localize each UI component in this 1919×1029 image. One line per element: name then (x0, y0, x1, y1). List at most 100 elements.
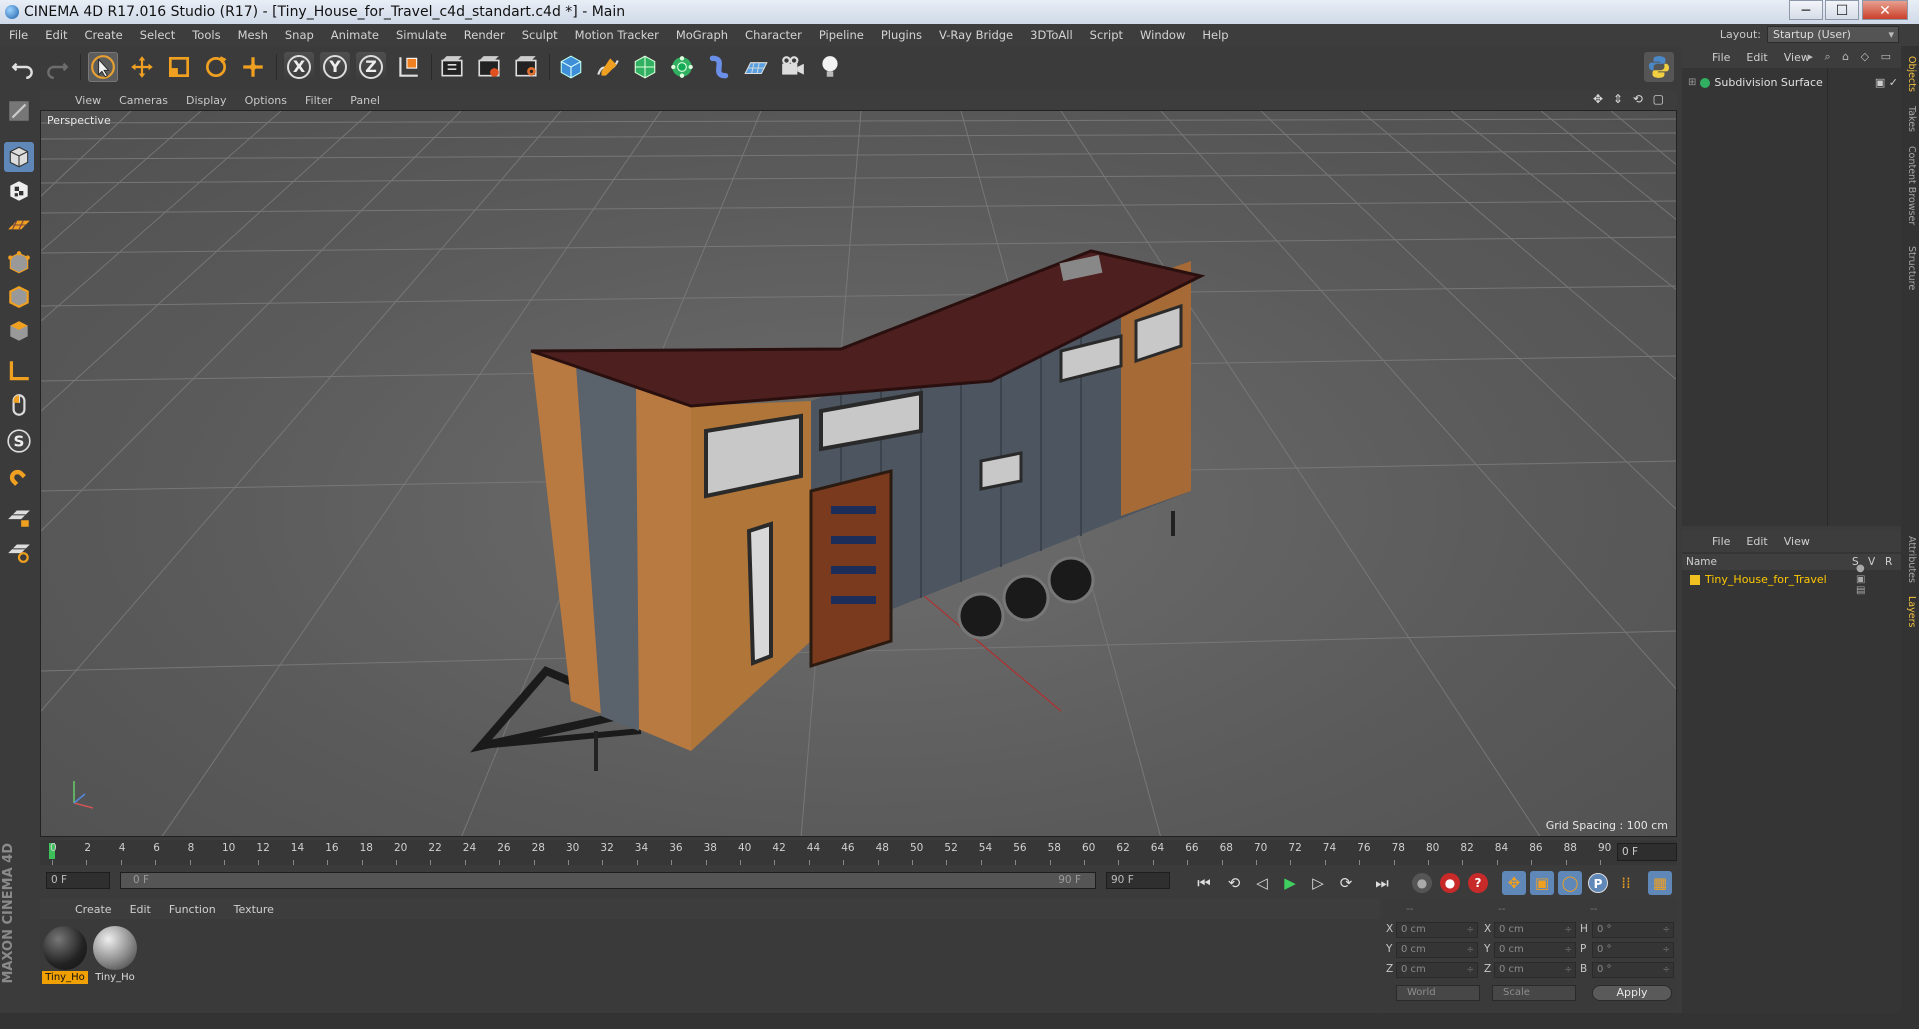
menu-create[interactable]: Create (76, 24, 131, 46)
texture-mode-icon[interactable] (4, 176, 34, 206)
menu-snap[interactable]: Snap (276, 24, 322, 46)
previous-frame-icon[interactable]: ◁ (1250, 871, 1274, 895)
cube-primitive-icon[interactable] (556, 52, 586, 82)
menu-select[interactable]: Select (131, 24, 183, 46)
material-menu-edit[interactable]: Edit (121, 903, 160, 916)
scale-mode-dropdown[interactable]: Scale (1492, 985, 1576, 1001)
menu-plugins[interactable]: Plugins (872, 24, 930, 46)
viewport-menu-panel[interactable]: Panel (341, 94, 389, 107)
layer-row[interactable]: Tiny_House_for_Travel ● ▣ ▤ (1690, 563, 1865, 596)
material-menu-create[interactable]: Create (66, 903, 121, 916)
sculpt-brush-icon[interactable] (4, 96, 34, 126)
material-swatch[interactable]: Tiny_Ho (42, 925, 88, 985)
apply-button[interactable]: Apply (1592, 985, 1672, 1001)
undo-icon[interactable] (8, 52, 38, 82)
layer-toggle-icons[interactable]: ● ▣ ▤ (1856, 563, 1868, 596)
menu-help[interactable]: Help (1193, 24, 1236, 46)
camera-icon[interactable] (778, 52, 808, 82)
key-parameter-icon[interactable]: P (1586, 871, 1610, 895)
frame-range-slider[interactable]: 0 F 90 F (120, 872, 1096, 889)
menu-script[interactable]: Script (1081, 24, 1131, 46)
go-to-start-icon[interactable]: ⏮ (1192, 871, 1216, 895)
menu-simulate[interactable]: Simulate (387, 24, 455, 46)
z-axis-lock-icon[interactable]: Z (356, 52, 386, 82)
magnet-icon[interactable] (4, 464, 34, 494)
size-x-field[interactable]: 0 cm (1494, 922, 1576, 938)
viewport-menu-view[interactable]: View (66, 94, 110, 107)
menu-file[interactable]: File (0, 24, 36, 46)
tab-objects[interactable]: Objects (1903, 56, 1917, 92)
x-axis-lock-icon[interactable]: X (284, 52, 314, 82)
autokey-icon[interactable]: ● (1438, 871, 1462, 895)
model-mode-icon[interactable] (4, 142, 34, 172)
recent-tool-icon[interactable] (238, 52, 268, 82)
rotate-icon[interactable] (201, 52, 231, 82)
keyframe-selection-icon[interactable]: ? (1466, 871, 1490, 895)
objects-menu-edit[interactable]: Edit (1738, 51, 1775, 64)
polygons-mode-icon[interactable] (4, 316, 34, 346)
tweak-mode-icon[interactable] (4, 390, 34, 420)
close-button[interactable]: ✕ (1862, 0, 1908, 20)
menu-pipeline[interactable]: Pipeline (810, 24, 872, 46)
viewport-navigation-icons[interactable]: ✥ ⇕ ⟲ ▢ (1593, 92, 1667, 106)
rot-h-field[interactable]: 0 ° (1592, 922, 1674, 938)
coordinate-space-dropdown[interactable]: World (1396, 985, 1480, 1001)
tab-attributes[interactable]: Attributes (1903, 536, 1917, 583)
start-frame-field[interactable]: 0 F (46, 872, 110, 889)
menu-mograph[interactable]: MoGraph (667, 24, 736, 46)
floor-icon[interactable] (741, 52, 771, 82)
layers-menu-file[interactable]: File (1704, 535, 1738, 548)
viewport-menu-cameras[interactable]: Cameras (110, 94, 177, 107)
points-mode-icon[interactable] (4, 248, 34, 278)
record-keys-icon[interactable]: ● (1410, 871, 1434, 895)
tab-takes[interactable]: Takes (1903, 106, 1917, 132)
render-to-picture-viewer-icon[interactable] (474, 52, 504, 82)
deformer-icon[interactable] (704, 52, 734, 82)
tab-content-browser[interactable]: Content Browser (1903, 146, 1917, 225)
menu-3dtoall[interactable]: 3DToAll (1021, 24, 1081, 46)
menu-mesh[interactable]: Mesh (229, 24, 276, 46)
layers-menu-view[interactable]: View (1776, 535, 1818, 548)
next-key-icon[interactable]: ⟳ (1334, 871, 1358, 895)
menu-tools[interactable]: Tools (183, 24, 228, 46)
rot-p-field[interactable]: 0 ° (1592, 942, 1674, 958)
viewport-menu-display[interactable]: Display (177, 94, 236, 107)
tab-layers[interactable]: Layers (1903, 596, 1917, 627)
size-z-field[interactable]: 0 cm (1494, 962, 1576, 978)
objects-menu-file[interactable]: File (1704, 51, 1738, 64)
light-icon[interactable] (815, 52, 845, 82)
menu-motion-tracker[interactable]: Motion Tracker (566, 24, 667, 46)
menu-render[interactable]: Render (455, 24, 513, 46)
edges-mode-icon[interactable] (4, 282, 34, 312)
cloner-icon[interactable] (667, 52, 697, 82)
minimize-button[interactable]: ─ (1789, 0, 1823, 20)
menu-vray-bridge[interactable]: V-Ray Bridge (930, 24, 1021, 46)
spline-pen-icon[interactable] (593, 52, 623, 82)
workplane-snap-icon[interactable] (4, 536, 34, 566)
layers-menu-edit[interactable]: Edit (1738, 535, 1775, 548)
rot-b-field[interactable]: 0 ° (1592, 962, 1674, 978)
workplane-lock-icon[interactable] (4, 502, 34, 532)
subdivision-surface-icon[interactable] (630, 52, 660, 82)
key-scale-icon[interactable]: ▣ (1530, 871, 1554, 895)
snap-toggle-icon[interactable]: S (4, 426, 34, 456)
objects-search-home-icons[interactable]: ▸ ⌕ ⌂ ◇ ▭ (1807, 50, 1895, 64)
axis-mode-icon[interactable] (4, 356, 34, 386)
render-settings-icon[interactable] (511, 52, 541, 82)
expand-icon[interactable]: ⊞ (1688, 77, 1696, 88)
material-menu-texture[interactable]: Texture (225, 903, 283, 916)
redo-icon[interactable] (42, 52, 72, 82)
layout-dropdown[interactable]: Startup (User) (1767, 26, 1899, 43)
object-row-subdivision-surface[interactable]: ⊞ Subdivision Surface ▣ ✓ (1688, 76, 1898, 89)
current-frame-field[interactable]: 0 F (1617, 843, 1677, 861)
material-menu-function[interactable]: Function (160, 903, 225, 916)
go-to-end-icon[interactable]: ⏭ (1370, 871, 1394, 895)
viewport-menu-options[interactable]: Options (236, 94, 296, 107)
layer-color-swatch[interactable] (1690, 574, 1700, 585)
object-check-icon[interactable]: ▣ ✓ (1875, 76, 1898, 89)
key-pla-icon[interactable]: ⁞⁞ (1614, 871, 1638, 895)
scale-icon[interactable] (164, 52, 194, 82)
viewport-menu-filter[interactable]: Filter (296, 94, 341, 107)
tab-structure[interactable]: Structure (1903, 246, 1917, 290)
pos-y-field[interactable]: 0 cm (1396, 942, 1478, 958)
